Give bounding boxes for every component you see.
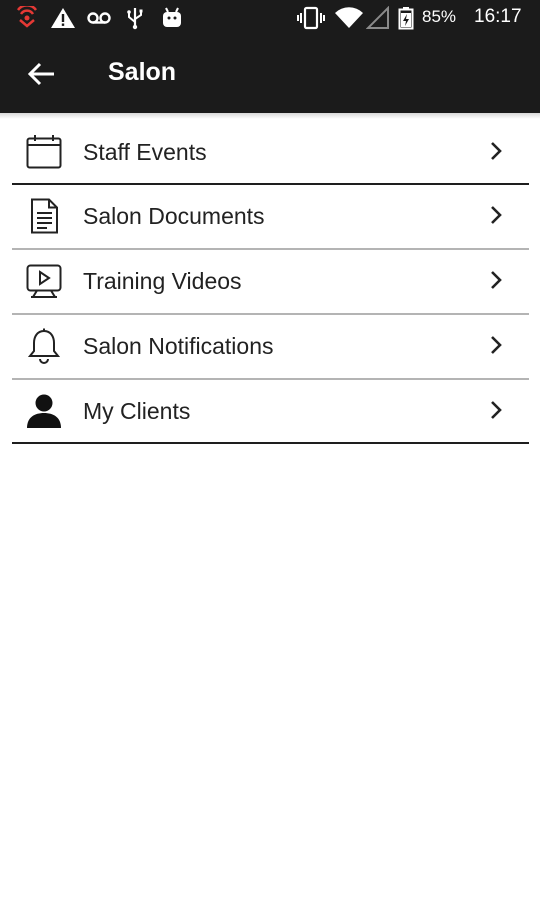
vibrate-icon bbox=[297, 6, 325, 30]
menu-item-salon-documents[interactable]: Salon Documents bbox=[0, 184, 540, 249]
app-bar: Salon bbox=[0, 36, 540, 113]
chevron-right-icon bbox=[491, 336, 502, 354]
menu-item-label: Staff Events bbox=[83, 139, 207, 165]
menu-item-label: Training Videos bbox=[83, 268, 242, 294]
arrow-left-icon bbox=[27, 62, 54, 86]
chevron-right-icon bbox=[491, 206, 502, 224]
menu-item-my-clients[interactable]: My Clients bbox=[0, 379, 540, 444]
menu-item-label: Salon Documents bbox=[83, 203, 265, 229]
voicemail-icon bbox=[87, 12, 111, 24]
menu-item-salon-notifications[interactable]: Salon Notifications bbox=[0, 314, 540, 379]
battery-percent: 85% bbox=[422, 7, 457, 26]
battery-icon bbox=[398, 7, 414, 30]
clock: 16:17 bbox=[474, 6, 522, 27]
menu-item-training-videos[interactable]: Training Videos bbox=[0, 249, 540, 314]
bell-icon bbox=[27, 328, 61, 364]
status-bar: 85% 16:17 bbox=[0, 0, 540, 36]
menu-list: Staff Events Salon Documents Training Vi… bbox=[0, 120, 540, 444]
person-icon bbox=[27, 394, 61, 428]
chevron-right-icon bbox=[491, 401, 502, 419]
menu-item-label: My Clients bbox=[83, 398, 191, 424]
wifi-icon bbox=[335, 7, 363, 29]
chevron-right-icon bbox=[491, 142, 502, 160]
page-title: Salon bbox=[108, 58, 177, 86]
divider bbox=[12, 442, 529, 444]
signal-icon bbox=[366, 6, 389, 29]
warning-icon bbox=[51, 8, 75, 28]
menu-item-label: Salon Notifications bbox=[83, 333, 274, 359]
menu-item-staff-events[interactable]: Staff Events bbox=[0, 120, 540, 184]
back-button[interactable] bbox=[22, 56, 62, 92]
calendar-icon bbox=[26, 135, 62, 169]
cast-icon bbox=[16, 6, 38, 28]
android-icon bbox=[163, 7, 181, 27]
app-bar-shadow bbox=[0, 113, 540, 119]
document-icon bbox=[31, 198, 58, 234]
chevron-right-icon bbox=[491, 271, 502, 289]
video-icon bbox=[26, 264, 62, 298]
usb-icon bbox=[127, 8, 143, 30]
